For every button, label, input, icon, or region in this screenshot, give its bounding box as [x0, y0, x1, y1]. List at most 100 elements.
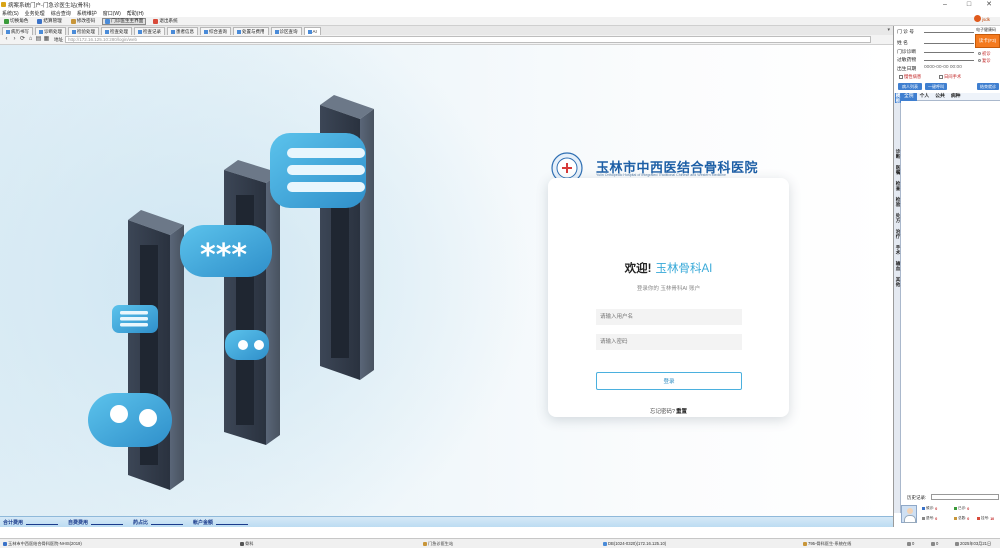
tab-ai[interactable]: AI	[303, 27, 321, 35]
switch-role-button[interactable]: 切换角色	[2, 18, 30, 25]
forward-icon[interactable]: ›	[11, 36, 18, 43]
vtab-lab[interactable]: 检验	[895, 197, 901, 207]
page-icon	[204, 29, 208, 34]
avatar-head	[907, 508, 913, 514]
finish-visit-button[interactable]: 结束就诊	[977, 83, 999, 90]
tab-exam-record[interactable]: 检查记录	[134, 27, 165, 35]
vtab-treatment[interactable]: 治疗	[895, 229, 901, 239]
tab-clinic-query[interactable]: 诊区查询	[270, 27, 302, 35]
change-password-button[interactable]: 修改密码	[69, 18, 97, 25]
radio-dot	[978, 59, 981, 63]
reload-icon[interactable]: ⟳	[19, 36, 26, 43]
history-label: 历史记录:	[907, 495, 927, 500]
menu-system[interactable]: 系统(S)	[2, 10, 19, 17]
status-database: DB(1024-0320)(172.16.125.10)	[603, 541, 666, 546]
dots-bubble-small	[225, 330, 269, 360]
switch-role-icon	[4, 18, 9, 24]
close-button[interactable]: ✕	[978, 0, 1000, 10]
maximize-button[interactable]: □	[958, 0, 980, 10]
name-field[interactable]	[924, 39, 974, 44]
status-date: 2025年03月21日	[955, 541, 991, 547]
vtab-surgery[interactable]: 手术	[895, 245, 901, 255]
exit-button[interactable]: 退出系统	[151, 18, 179, 25]
tab-patient-info[interactable]: 患者信息	[167, 27, 198, 35]
vtab-transfusion[interactable]: 输血	[895, 261, 901, 271]
fee-account-value	[216, 520, 249, 525]
menu-maintenance[interactable]: 系统维护	[77, 10, 97, 17]
vtab-diagnosis[interactable]: 诊断	[895, 149, 901, 159]
minimize-button[interactable]: –	[934, 0, 956, 10]
tab-lab[interactable]: 检验处理	[68, 27, 99, 35]
reset-link[interactable]: 重置	[676, 409, 687, 415]
status-counter-b: 0	[931, 541, 938, 546]
vtab-exam[interactable]: 检查	[895, 181, 901, 191]
address-input[interactable]	[65, 36, 871, 43]
menu-help[interactable]: 帮助(H)	[127, 10, 144, 17]
template-list[interactable]	[902, 102, 1000, 492]
diagnosis-field[interactable]	[924, 48, 974, 53]
tab-general-query[interactable]: 综合查询	[200, 27, 231, 35]
back-icon[interactable]: ‹	[3, 36, 10, 43]
settlement-button[interactable]: 结算管理	[35, 18, 63, 25]
department-icon	[240, 542, 244, 546]
stat-cancel-icon	[922, 517, 925, 520]
allergy-field[interactable]	[924, 56, 974, 61]
doctor-avatar	[901, 505, 917, 523]
window-title: 病案系统门户-门急诊医生站(骨科)	[8, 3, 91, 9]
vtab-template[interactable]: 模板	[895, 93, 901, 103]
patient-list-button[interactable]: 病人列表	[898, 83, 922, 90]
vtab-other[interactable]: 其他	[895, 277, 901, 287]
tab-menu-icon[interactable]: ▾	[887, 27, 890, 33]
menu-bar: 系统(S) 业务处理 综合查询 系统维护 窗口(W) 帮助(H)	[0, 10, 1000, 17]
chronic-checkbox[interactable]: 慢性病患	[899, 74, 921, 80]
radio-first-visit[interactable]: 初诊	[978, 51, 991, 57]
browser-tab-strip: 病历书写 诊断处理 检验处理 检查处理 检查记录 患者信息 综合查询 处置与费用…	[0, 26, 893, 35]
outpatient-no-label: 门 诊 号	[897, 30, 915, 35]
stat-done: 已诊: 0	[954, 506, 969, 511]
history-field[interactable]	[931, 494, 999, 500]
password-input[interactable]	[596, 334, 742, 350]
exit-icon	[153, 18, 159, 24]
page-icon	[171, 29, 175, 34]
tab-treatment-fee[interactable]: 处置与费用	[233, 27, 269, 35]
menu-business[interactable]: 业务处理	[25, 10, 45, 17]
stat-cancel: 退号: 0	[922, 516, 937, 521]
stat-waiting-icon	[922, 507, 925, 510]
username-input[interactable]	[596, 309, 742, 325]
print-icon[interactable]: ▤	[35, 36, 42, 43]
doctor-main-button[interactable]: 门诊医生主界面	[102, 17, 147, 25]
save-icon[interactable]: ▦	[43, 36, 50, 43]
tab-public[interactable]: 公共	[932, 93, 948, 101]
outpatient-no-field[interactable]	[924, 28, 974, 33]
tab-personal[interactable]: 个人	[917, 93, 933, 101]
vtab-order[interactable]: 医嘱	[895, 165, 901, 175]
tab-disease[interactable]: 病种	[948, 93, 964, 101]
menu-window[interactable]: 窗口(W)	[103, 10, 121, 17]
tab-medical-record[interactable]: 病历书写	[2, 27, 33, 35]
address-label: 地址	[54, 36, 63, 42]
status-counter-a: 0	[907, 541, 914, 546]
vtab-prescription[interactable]: 处方	[895, 213, 901, 223]
stat-done-icon	[954, 507, 957, 510]
calendar-icon	[955, 542, 959, 546]
login-subtitle: 登录你的 玉林骨科AI 账户	[636, 286, 701, 292]
title-bar: 病案系统门户-门急诊医生站(骨科) – □ ✕	[0, 0, 1000, 10]
birth-value[interactable]: 0000-00-00 00:00	[924, 65, 962, 70]
fee-total: 合计费用	[3, 519, 59, 526]
menu-query[interactable]: 综合查询	[51, 10, 71, 17]
birth-label: 出生日期	[897, 67, 917, 72]
electronic-health-code[interactable]: 电子健康码	[976, 27, 996, 33]
tab-diagnosis[interactable]: 诊断处理	[35, 27, 66, 35]
call-button[interactable]: 一键呼叫	[925, 83, 947, 90]
login-button[interactable]: 登录	[596, 372, 742, 390]
brand-label: jsdk	[982, 17, 991, 22]
main-toolbar: 切换角色 结算管理 修改密码 门诊医生主界面 退出系统	[0, 17, 1000, 26]
day-surgery-checkbox[interactable]: 日间手术	[939, 74, 961, 80]
checkbox-box	[939, 75, 943, 79]
tab-exam[interactable]: 检查处理	[101, 27, 132, 35]
tab-hospital[interactable]: 全院	[901, 92, 917, 101]
read-card-button[interactable]: 读卡(F3)	[975, 34, 1000, 48]
fee-self-pay-value	[91, 520, 124, 525]
radio-return-visit[interactable]: 复诊	[978, 58, 991, 64]
home-icon[interactable]: ⌂	[27, 36, 34, 43]
